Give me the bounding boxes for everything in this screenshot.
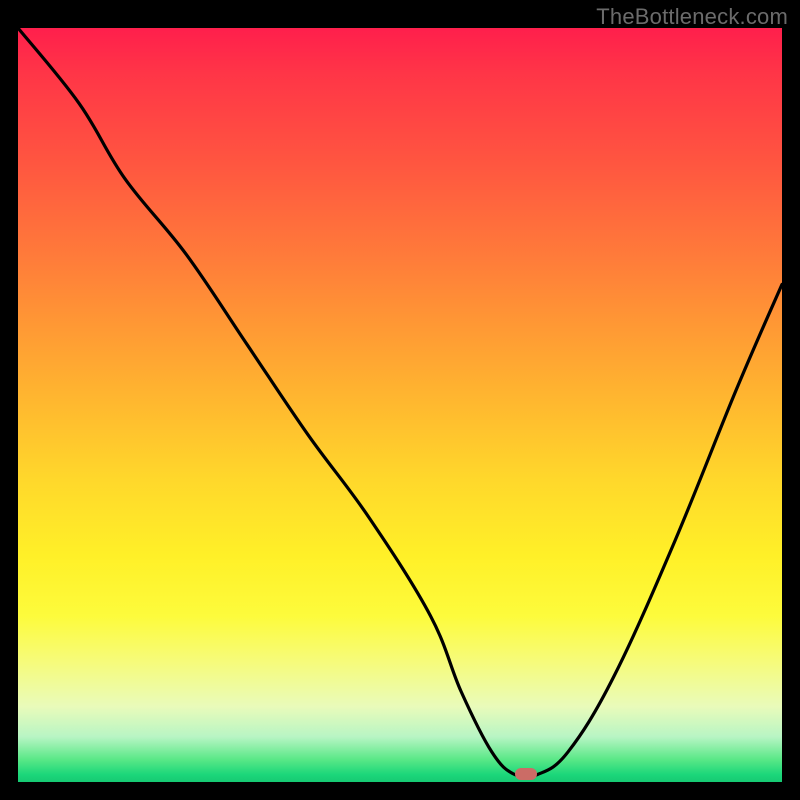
bottleneck-curve-path [18, 28, 782, 778]
watermark-text: TheBottleneck.com [596, 4, 788, 30]
chart-frame: TheBottleneck.com [0, 0, 800, 800]
optimal-point-marker [515, 768, 537, 780]
bottleneck-curve-svg [18, 28, 782, 782]
